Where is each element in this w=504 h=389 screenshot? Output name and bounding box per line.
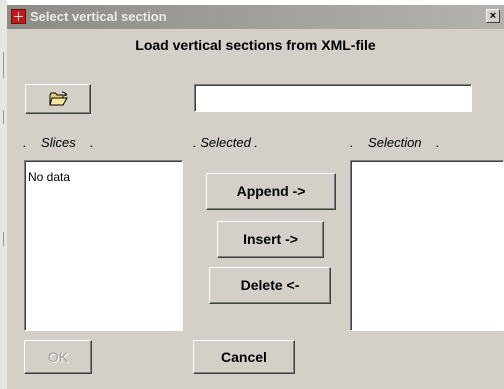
delete-button[interactable]: Delete <- — [209, 267, 331, 304]
ok-button[interactable]: OK — [24, 340, 92, 374]
append-button[interactable]: Append -> — [206, 173, 336, 210]
dialog-heading: Load vertical sections from XML-file — [135, 37, 376, 53]
select-vertical-section-dialog: Select vertical section × Load vertical … — [7, 5, 504, 389]
insert-button[interactable]: Insert -> — [217, 221, 324, 258]
slices-list[interactable]: No data — [24, 160, 183, 331]
selection-list[interactable] — [350, 160, 504, 331]
edge-mark — [3, 52, 4, 78]
close-button[interactable]: × — [486, 9, 500, 23]
list-item[interactable]: No data — [28, 170, 70, 184]
window-title: Select vertical section — [30, 9, 167, 24]
slices-label: . Slices . — [23, 135, 94, 150]
open-file-button[interactable] — [25, 84, 91, 114]
background-window-edge — [0, 0, 7, 389]
cancel-button[interactable]: Cancel — [193, 340, 295, 374]
open-folder-icon — [49, 91, 68, 106]
title-bar[interactable]: Select vertical section × — [7, 5, 504, 29]
app-icon[interactable] — [11, 9, 26, 24]
edge-mark — [3, 232, 4, 246]
file-path-input[interactable] — [194, 84, 472, 112]
selected-label: . Selected . — [193, 135, 259, 150]
edge-mark — [3, 110, 4, 124]
selection-label: . Selection . — [350, 135, 440, 150]
